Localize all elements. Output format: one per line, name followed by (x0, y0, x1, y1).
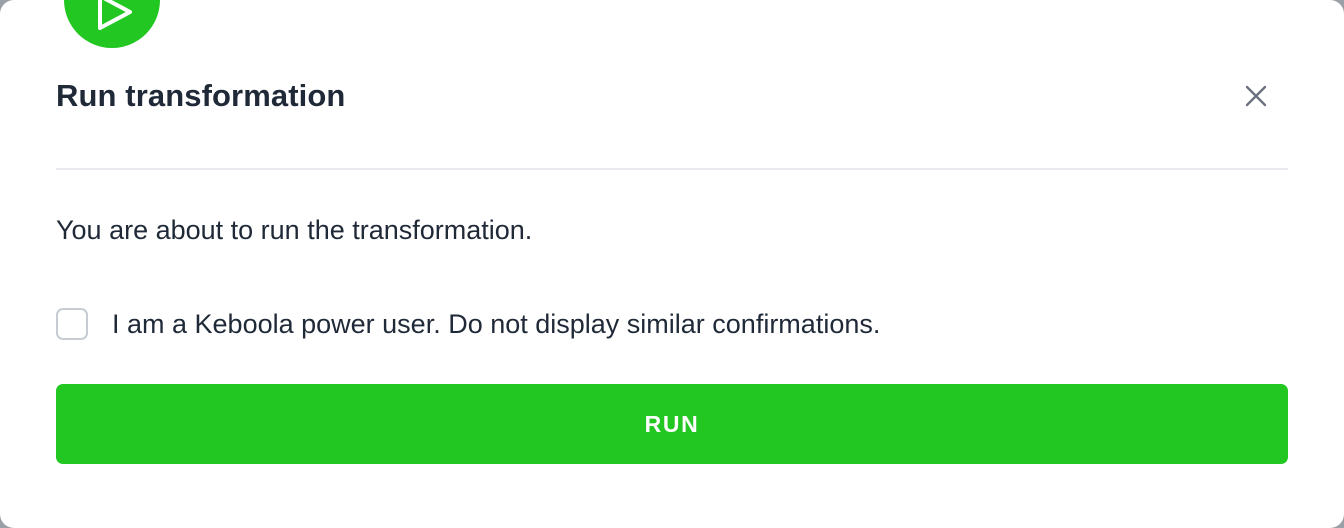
modal-title: Run transformation (56, 78, 346, 113)
run-transformation-modal: Run transformation You are about to run … (0, 0, 1344, 528)
close-icon (1245, 85, 1267, 107)
confirmation-message: You are about to run the transformation. (56, 215, 533, 245)
power-user-checkbox-row[interactable]: I am a Keboola power user. Do not displa… (56, 308, 880, 340)
power-user-checkbox[interactable] (56, 308, 88, 340)
power-user-checkbox-label[interactable]: I am a Keboola power user. Do not displa… (112, 309, 880, 340)
close-button[interactable] (1236, 76, 1276, 116)
play-icon (98, 0, 132, 30)
run-button[interactable]: RUN (56, 384, 1288, 464)
play-icon-badge (64, 0, 160, 48)
header-divider (56, 168, 1288, 170)
